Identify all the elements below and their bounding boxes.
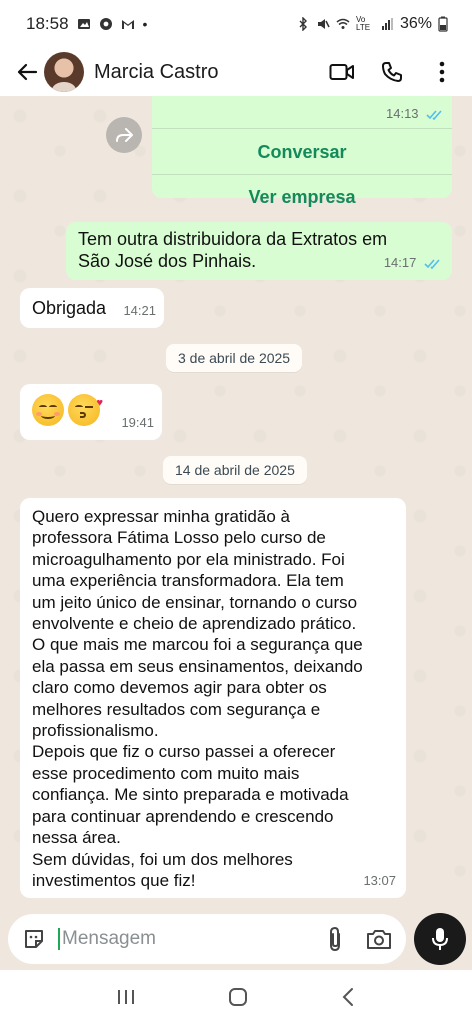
- attach-icon[interactable]: [326, 926, 344, 952]
- video-call-button[interactable]: [326, 56, 358, 88]
- system-navigation-bar: [0, 970, 472, 1024]
- recent-apps-icon[interactable]: [115, 987, 137, 1007]
- network-label: Vo LTE: [355, 15, 371, 32]
- message-time: 19:41: [121, 415, 154, 430]
- message-text: Tem outra distribuidora da Extratos em S…: [78, 229, 388, 271]
- status-time: 18:58: [26, 14, 69, 33]
- ver-empresa-button[interactable]: Ver empresa: [152, 175, 452, 219]
- forward-button[interactable]: [106, 117, 142, 153]
- message-time: 13:07: [363, 873, 396, 888]
- battery-percentage: 36%: [399, 15, 432, 32]
- message-time: 14:13: [386, 106, 444, 121]
- forward-icon: [116, 128, 133, 142]
- chat-header: Marcia Castro: [0, 48, 472, 96]
- read-ticks-icon: [426, 110, 442, 121]
- more-notifications-dot: •: [142, 16, 148, 32]
- home-icon[interactable]: [227, 986, 249, 1008]
- wifi-icon: [336, 18, 350, 29]
- video-call-icon: [329, 64, 354, 80]
- signal-icon: [381, 18, 393, 30]
- read-ticks-icon: [424, 259, 440, 270]
- camera-icon[interactable]: [366, 928, 392, 950]
- message-text: Quero expressar minha gratidão à profess…: [32, 507, 363, 890]
- voice-message-button[interactable]: [414, 913, 466, 965]
- chat-area[interactable]: 14:13 Conversar Ver empresa Tem outra di…: [0, 96, 472, 908]
- back-nav-icon[interactable]: [339, 986, 357, 1008]
- message-time: 14:21: [123, 303, 156, 318]
- bluetooth-icon: [299, 17, 307, 31]
- sticker-icon[interactable]: [22, 927, 46, 951]
- voice-call-button[interactable]: [376, 56, 408, 88]
- back-button[interactable]: [10, 55, 44, 89]
- message-composer: [0, 908, 472, 970]
- battery-icon: [438, 16, 448, 32]
- incoming-message[interactable]: ♥ 19:41: [20, 384, 162, 440]
- phone-icon: [382, 62, 402, 82]
- smiling-face-icon: [32, 394, 64, 426]
- message-text: Obrigada: [32, 298, 107, 318]
- contact-name[interactable]: Marcia Castro: [94, 61, 218, 84]
- message-input[interactable]: [58, 928, 298, 950]
- incoming-message[interactable]: Quero expressar minha gratidão à profess…: [20, 498, 406, 898]
- mute-icon: [317, 19, 330, 29]
- message-time: 14:17: [384, 252, 442, 274]
- chrome-notification-icon: [99, 18, 112, 30]
- date-separator: 3 de abril de 2025: [166, 344, 303, 372]
- card-divider: [152, 128, 452, 129]
- business-card-message[interactable]: 14:13 Conversar Ver empresa: [152, 96, 452, 207]
- avatar[interactable]: [44, 52, 84, 92]
- status-bar: 18:58 • Vo LTE 36%: [0, 0, 472, 48]
- back-arrow-icon: [17, 63, 38, 81]
- date-separator: 14 de abril de 2025: [163, 456, 307, 484]
- conversar-button[interactable]: Conversar: [152, 130, 452, 174]
- more-options-button[interactable]: [426, 56, 458, 88]
- microphone-icon: [432, 928, 448, 950]
- gmail-notification-icon: [121, 20, 134, 29]
- kiss-face-icon: ♥: [68, 394, 103, 426]
- gallery-notification-icon: [77, 19, 90, 29]
- incoming-message[interactable]: Obrigada 14:21: [20, 288, 164, 328]
- more-options-icon: [439, 61, 445, 83]
- outgoing-message[interactable]: Tem outra distribuidora da Extratos em S…: [66, 222, 452, 280]
- message-input-pill: [8, 914, 406, 964]
